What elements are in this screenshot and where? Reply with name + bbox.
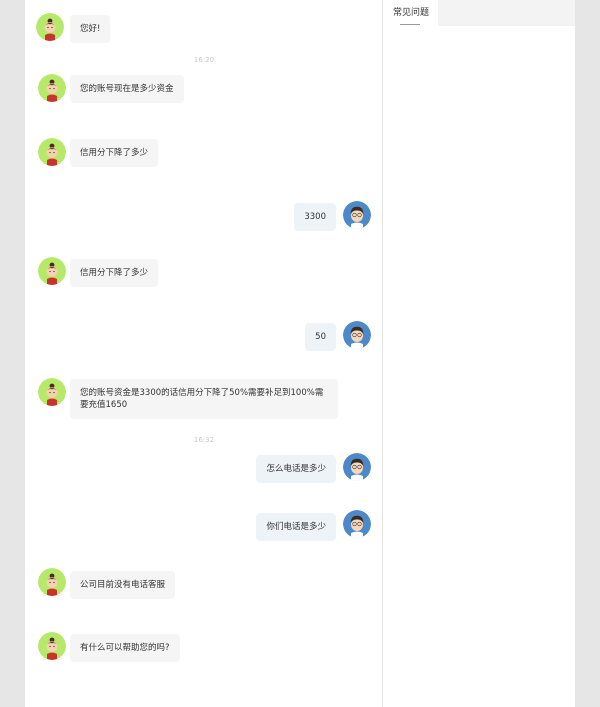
message-list[interactable]: 您好! 16:20 您的账号现在是多少资金 信用分下降了多少 3300 信用分下… <box>25 0 382 707</box>
message-bubble-user: 你们电话是多少 <box>256 513 336 541</box>
tab-faq[interactable]: 常见问题 <box>383 0 438 26</box>
agent-avatar-icon <box>38 138 66 166</box>
message-bubble-user: 3300 <box>294 203 336 231</box>
user-avatar <box>343 453 371 481</box>
message-bubble: 您的账号现在是多少资金 <box>70 75 184 103</box>
agent-avatar <box>38 378 66 406</box>
agent-avatar <box>38 568 66 596</box>
agent-avatar-icon <box>38 568 66 596</box>
message-bubble: 公司目前没有电话客服 <box>70 571 176 599</box>
message-bubble: 您的账号资金是3300的话信用分下降了50%需要补足到100%需要充值1650 <box>70 379 338 419</box>
message-bubble: 信用分下降了多少 <box>70 259 159 287</box>
agent-avatar <box>38 138 66 166</box>
user-avatar <box>343 321 371 349</box>
user-avatar <box>343 510 371 538</box>
agent-avatar-icon <box>38 378 66 406</box>
user-avatar-icon <box>343 201 371 229</box>
faq-tab-bar: 常见问题 <box>383 0 575 26</box>
agent-avatar-icon <box>38 257 66 285</box>
agent-avatar <box>38 257 66 285</box>
agent-avatar-icon <box>36 13 64 41</box>
tab-faq-label: 常见问题 <box>393 8 430 18</box>
timestamp: 16:20 <box>193 56 215 64</box>
user-avatar-icon <box>343 510 371 538</box>
active-tab-indicator <box>400 24 420 25</box>
agent-avatar <box>36 13 64 41</box>
faq-panel: 常见问题 <box>383 0 575 707</box>
message-bubble-user: 怎么电话是多少 <box>256 455 336 483</box>
message-bubble-user: 50 <box>305 323 336 351</box>
agent-avatar <box>38 632 66 660</box>
message-bubble: 您好! <box>70 15 111 43</box>
agent-avatar-icon <box>38 74 66 102</box>
chat-window: 您好! 16:20 您的账号现在是多少资金 信用分下降了多少 3300 信用分下… <box>25 0 575 707</box>
user-avatar-icon <box>343 453 371 481</box>
user-avatar <box>343 201 371 229</box>
message-bubble: 信用分下降了多少 <box>70 139 159 167</box>
message-bubble: 有什么可以帮助您的吗? <box>70 634 180 662</box>
agent-avatar-icon <box>38 632 66 660</box>
agent-avatar <box>38 74 66 102</box>
timestamp: 16:32 <box>193 436 215 444</box>
user-avatar-icon <box>343 321 371 349</box>
